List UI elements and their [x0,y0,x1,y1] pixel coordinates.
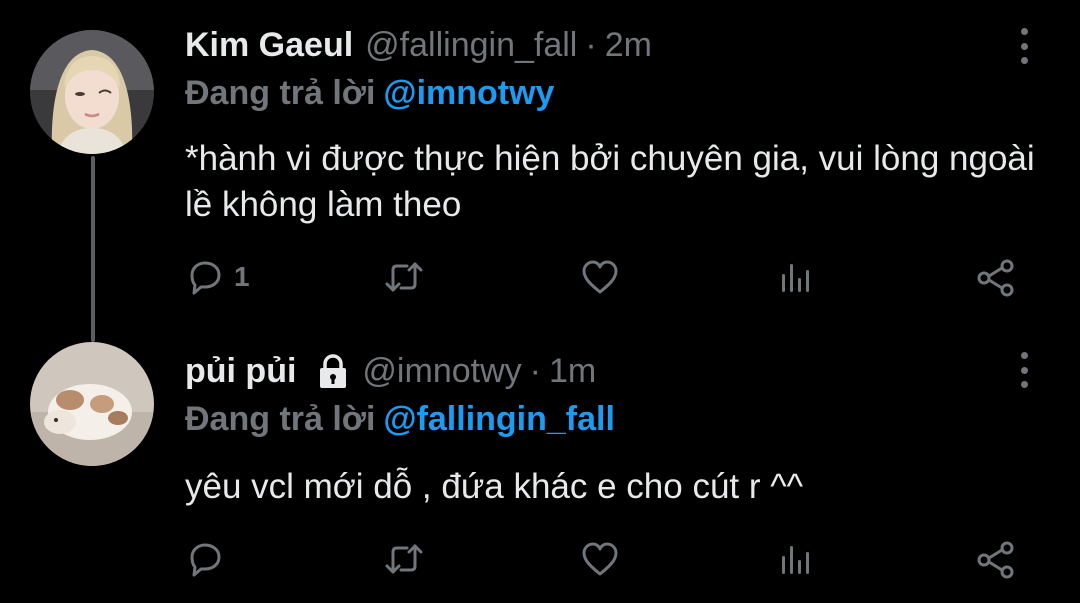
share-button[interactable] [975,258,1017,298]
action-bar [0,540,1080,580]
more-vertical-icon[interactable] [1012,352,1036,388]
heart-icon [582,260,618,294]
tweet[interactable]: pủi pủi @imnotwy · 1m Đang trả lời @falli… [0,330,1080,603]
display-name[interactable]: Kim Gaeul [185,26,353,65]
views-button[interactable] [776,258,814,296]
replying-prefix: Đang trả lời [185,74,376,112]
timestamp[interactable]: 2m [605,26,652,65]
lock-icon [316,353,350,390]
handle[interactable]: @fallingin_fall [365,26,577,65]
like-button[interactable] [580,258,620,296]
replying-prefix: Đang trả lời [185,400,376,438]
tweet-header: pủi pủi @imnotwy · 1m [185,352,596,391]
replying-to: Đang trả lời @imnotwy [185,74,554,113]
retweet-icon [385,544,423,574]
mention-link[interactable]: @imnotwy [383,74,554,112]
tweet-header: Kim Gaeul @fallingin_fall · 2m [185,26,652,65]
thread-line [91,156,95,342]
like-button[interactable] [580,540,620,578]
mention-link[interactable]: @fallingin_fall [383,400,615,438]
views-button[interactable] [776,540,814,578]
display-name[interactable]: pủi pủi [185,352,296,391]
handle[interactable]: @imnotwy [362,352,521,391]
more-vertical-icon[interactable] [1012,28,1036,64]
action-bar: 1 [0,258,1080,298]
retweet-button[interactable] [383,258,425,296]
separator: · [585,26,597,64]
share-button[interactable] [975,540,1017,580]
reply-icon [190,261,221,295]
heart-icon [582,542,618,576]
reply-button[interactable] [186,540,234,578]
share-icon [977,259,1014,297]
replying-to: Đang trả lời @fallingin_fall [185,400,615,439]
tweet-text: *hành vi được thực hiện bởi chuyên gia, … [185,139,1035,224]
timestamp[interactable]: 1m [549,352,596,391]
retweet-button[interactable] [383,540,425,578]
tweet-text: yêu vcl mới dỗ , đứa khác e cho cút r ^^ [185,467,804,506]
reply-count: 1 [234,261,250,292]
avatar[interactable] [30,342,154,466]
avatar[interactable] [30,30,154,154]
tweet[interactable]: Kim Gaeul @fallingin_fall · 2m Đang trả … [0,0,1080,342]
views-icon [782,264,809,292]
reply-icon [190,543,221,577]
retweet-icon [385,262,423,292]
share-icon [977,541,1014,579]
views-icon [782,546,809,574]
reply-button[interactable]: 1 [186,258,250,296]
separator: · [529,352,541,390]
